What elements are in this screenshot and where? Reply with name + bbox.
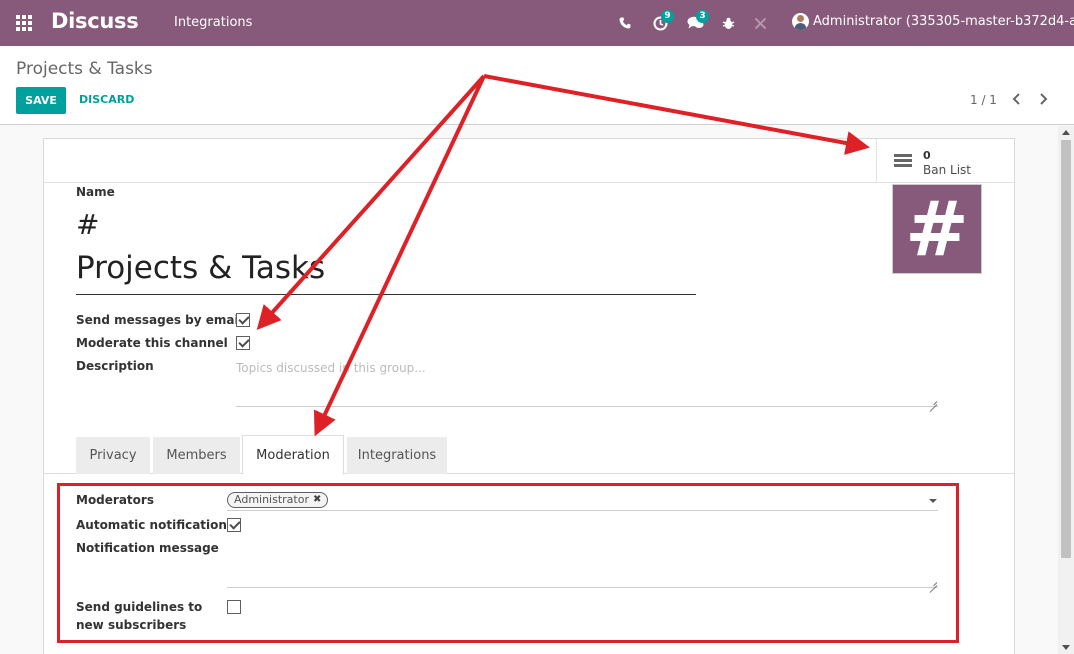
top-navbar: Discuss Integrations 9 3 Administrator (…: [0, 0, 1074, 46]
avatar: [792, 13, 809, 30]
button-box: 0 Ban List: [44, 139, 1014, 183]
ban-list-label: Ban List: [923, 163, 971, 177]
channel-hash-prefix: #: [76, 208, 100, 241]
resize-handle[interactable]: [929, 397, 937, 405]
chat-bubbles-icon[interactable]: [684, 0, 706, 46]
activity-clock-icon[interactable]: [650, 0, 670, 46]
user-menu[interactable]: Administrator (335305-master-b372d4-all): [792, 13, 1074, 30]
user-name: Administrator (335305-master-b372d4-all): [813, 14, 1074, 29]
moderate-checkbox[interactable]: [236, 336, 250, 350]
description-placeholder: Topics discussed in this group...: [236, 361, 426, 375]
tab-integrations[interactable]: Integrations: [347, 437, 447, 474]
menu-item-integrations[interactable]: Integrations: [174, 15, 252, 30]
control-panel: Projects & Tasks SAVE DISCARD 1 / 1: [0, 46, 1074, 125]
tab-moderation[interactable]: Moderation: [242, 435, 344, 475]
moderator-tag-label: Administrator: [234, 493, 309, 506]
guidelines-label-line1: Send guidelines to: [76, 600, 203, 614]
messages-badge: 3: [696, 10, 709, 23]
chevron-left-icon[interactable]: [1010, 90, 1024, 108]
resize-handle[interactable]: [929, 578, 937, 586]
form-sheet: 0 Ban List # Name # Projects & Tasks Sen…: [43, 138, 1015, 654]
activity-badge: 9: [661, 10, 674, 23]
channel-image[interactable]: #: [892, 184, 982, 274]
auto-notification-label: Automatic notification: [76, 518, 227, 532]
description-textarea[interactable]: Topics discussed in this group...: [236, 359, 938, 407]
tools-icon[interactable]: [752, 0, 768, 46]
remove-tag-icon[interactable]: ✖: [313, 493, 321, 507]
pager-value[interactable]: 1 / 1: [970, 93, 997, 107]
moderators-input[interactable]: [227, 490, 938, 511]
ban-list-count: 0: [923, 149, 931, 162]
discard-button[interactable]: DISCARD: [79, 93, 134, 106]
notification-message-textarea[interactable]: [227, 538, 938, 588]
notebook-tabs: Privacy Members Moderation Integrations: [44, 435, 1014, 475]
send-email-checkbox[interactable]: [236, 313, 250, 327]
moderator-tag: Administrator ✖: [227, 492, 329, 508]
name-label: Name: [76, 185, 115, 199]
description-label: Description: [76, 359, 154, 373]
save-button[interactable]: SAVE: [16, 87, 66, 114]
scroll-down-arrow-icon[interactable]: [1062, 645, 1070, 650]
guidelines-label-line2: new subscribers: [76, 618, 187, 632]
moderators-label: Moderators: [76, 493, 154, 507]
channel-name-input[interactable]: Projects & Tasks: [76, 250, 696, 295]
tab-members[interactable]: Members: [153, 437, 240, 474]
app-title: Discuss: [51, 9, 139, 33]
guidelines-checkbox[interactable]: [227, 600, 241, 614]
scrollbar[interactable]: [1058, 126, 1074, 654]
ban-list-button[interactable]: 0 Ban List: [876, 139, 1015, 183]
scroll-thumb[interactable]: [1061, 140, 1071, 558]
notification-message-label: Notification message: [76, 541, 219, 555]
auto-notification-checkbox[interactable]: [227, 518, 241, 532]
apps-grid-icon[interactable]: [16, 15, 34, 31]
send-email-label: Send messages by email: [76, 313, 243, 327]
phone-icon[interactable]: [616, 0, 634, 46]
moderate-label: Moderate this channel: [76, 336, 228, 350]
breadcrumb[interactable]: Projects & Tasks: [16, 59, 153, 79]
bug-icon[interactable]: [720, 0, 736, 46]
dropdown-caret-icon[interactable]: [929, 499, 937, 503]
tab-privacy[interactable]: Privacy: [76, 437, 150, 474]
chevron-right-icon[interactable]: [1036, 90, 1050, 108]
scroll-up-arrow-icon[interactable]: [1062, 130, 1070, 135]
list-icon: [894, 154, 912, 168]
